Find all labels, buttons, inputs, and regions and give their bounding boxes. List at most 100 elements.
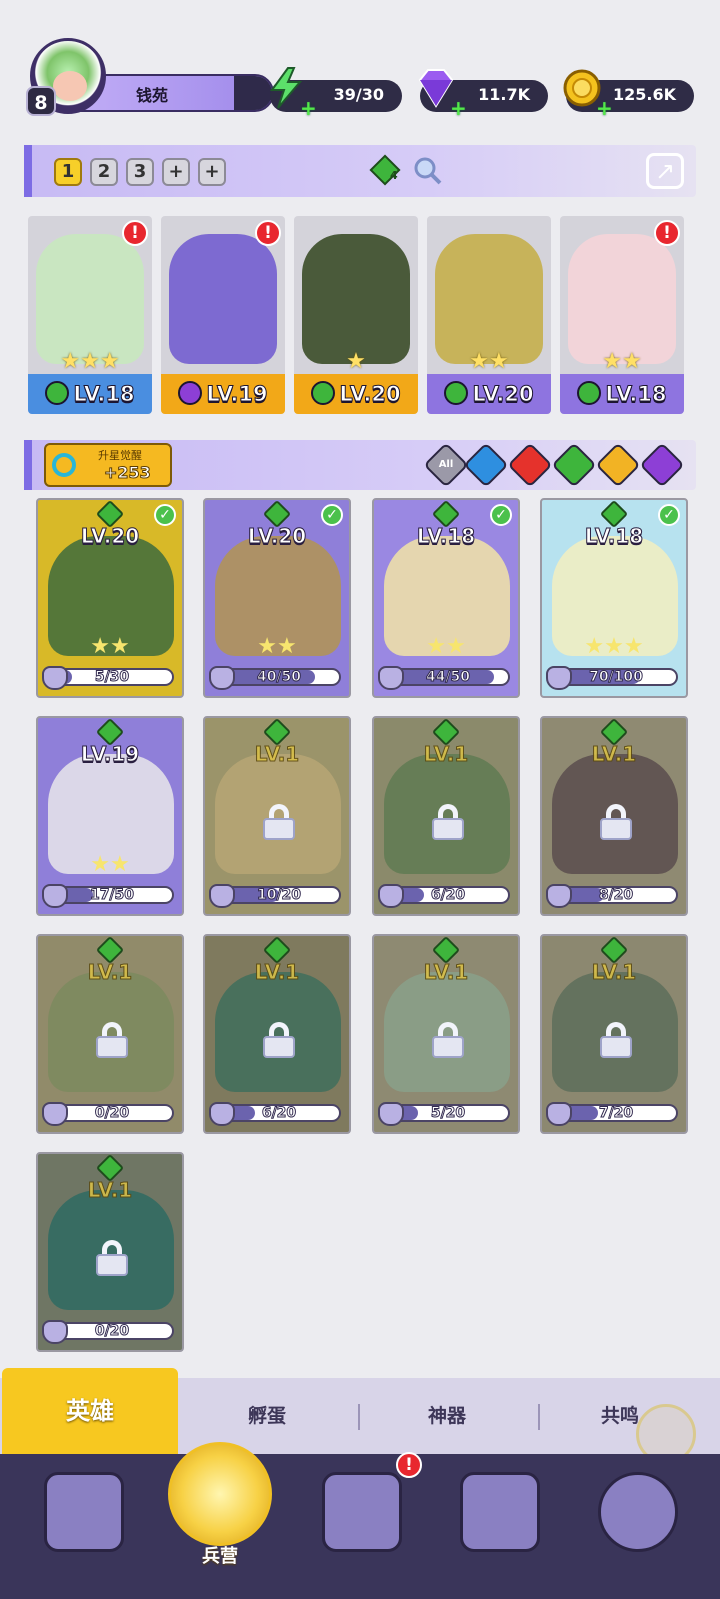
puzzle-shard-icon <box>42 666 68 690</box>
hero-card[interactable]: LV.1 0/20 <box>36 1152 184 1352</box>
player-name: 钱苑 <box>136 86 169 105</box>
cards-nav-icon[interactable] <box>44 1472 124 1552</box>
hero-card[interactable]: LV.18 ✓ ★★★ 70/100 <box>540 498 688 698</box>
team-hero-card[interactable]: ★★ LV.20 <box>427 216 551 414</box>
map-alert-badge: ! <box>396 1452 422 1478</box>
shard-progress-bar: 17/50 <box>50 886 174 904</box>
gems-value: 11.7K <box>478 85 530 104</box>
hero-portrait <box>169 234 277 364</box>
add-gems-icon[interactable]: + <box>450 96 467 120</box>
team-hero-card[interactable]: ★★ LV.18! <box>560 216 684 414</box>
lock-icon <box>263 804 295 840</box>
coins-value: 125.6K <box>612 85 676 104</box>
hero-portrait <box>568 234 676 364</box>
team-hero-card[interactable]: ★ LV.20 <box>294 216 418 414</box>
hero-card[interactable]: LV.20 ✓ ★★ 5/30 <box>36 498 184 698</box>
shard-progress: 6/20 <box>261 1105 297 1122</box>
hero-card[interactable]: LV.1 8/20 <box>540 716 688 916</box>
hero-card[interactable]: LV.19 ★★ 17/50 <box>36 716 184 916</box>
share-icon[interactable]: ↗ <box>646 153 684 189</box>
hero-stars: ★★ <box>426 634 466 659</box>
lock-icon <box>600 1022 632 1058</box>
awaken-button[interactable]: 升星觉醒 +253 <box>44 443 172 487</box>
puzzle-shard-icon <box>378 666 404 690</box>
filter-fire-icon[interactable] <box>507 442 553 488</box>
shard-progress: 5/30 <box>94 669 130 686</box>
shard-progress-bar: 8/20 <box>554 886 678 904</box>
hero-card[interactable]: LV.1 6/20 <box>372 716 520 916</box>
shard-progress-bar: 44/50 <box>386 668 510 686</box>
gem-count: 4 <box>390 169 398 182</box>
shard-progress: 7/20 <box>598 1105 634 1122</box>
filter-dark-icon[interactable] <box>639 442 685 488</box>
lock-icon <box>432 804 464 840</box>
hero-stars: ★★★ <box>60 349 120 374</box>
hero-card[interactable]: LV.20 ✓ ★★ 40/50 <box>203 498 351 698</box>
hero-level: LV.19 <box>161 381 285 407</box>
puzzle-shard-icon <box>209 666 235 690</box>
hero-level: LV.1 <box>423 742 469 767</box>
hero-portrait <box>36 234 144 364</box>
lock-icon <box>432 1022 464 1058</box>
hero-level: LV.1 <box>591 960 637 985</box>
filter-wind-icon[interactable] <box>551 442 597 488</box>
tab-artifact[interactable]: 神器 <box>380 1378 514 1454</box>
shard-progress: 40/50 <box>256 669 302 686</box>
hero-stars: ★★ <box>257 634 297 659</box>
hero-level: LV.1 <box>254 742 300 767</box>
puzzle-shard-icon <box>42 884 68 908</box>
team-selector-bar: 1 2 3 + + 4 ↗ <box>24 145 696 197</box>
sub-tab-bar: 英雄 孵蛋 神器 共鸣 <box>0 1368 720 1454</box>
hero-level: LV.1 <box>87 960 133 985</box>
team-add-tab[interactable]: + <box>198 158 226 186</box>
hero-stars: ★★ <box>602 349 642 374</box>
player-profile[interactable]: 钱苑 8 <box>22 38 274 116</box>
hero-stars: ★ <box>346 349 366 374</box>
shard-progress: 5/20 <box>430 1105 466 1122</box>
hero-card[interactable]: LV.1 7/20 <box>540 934 688 1134</box>
shard-progress-bar: 0/20 <box>50 1322 174 1340</box>
hero-card[interactable]: LV.18 ✓ ★★ 44/50 <box>372 498 520 698</box>
hero-level: LV.1 <box>254 960 300 985</box>
energy-counter[interactable]: + 39/30 <box>270 67 402 120</box>
lock-icon <box>600 804 632 840</box>
tab-heroes[interactable]: 英雄 <box>2 1368 178 1454</box>
add-energy-icon[interactable]: + <box>300 96 317 120</box>
filter-light-icon[interactable] <box>595 442 641 488</box>
team-add-tab[interactable]: + <box>162 158 190 186</box>
team-tab-3[interactable]: 3 <box>126 158 154 186</box>
puzzle-shard-icon <box>546 884 572 908</box>
team-tab-1[interactable]: 1 <box>54 158 82 186</box>
lock-icon <box>263 1022 295 1058</box>
filter-all-icon[interactable]: All <box>423 442 469 488</box>
puzzle-shard-icon <box>546 1102 572 1126</box>
team-hero-card[interactable]: LV.19! <box>161 216 285 414</box>
shard-progress: 8/20 <box>598 887 634 904</box>
coins-counter[interactable]: + 125.6K <box>563 69 694 120</box>
shard-progress-bar: 7/20 <box>554 1104 678 1122</box>
map-nav-icon[interactable] <box>322 1472 402 1552</box>
lock-icon <box>96 1240 128 1276</box>
add-coins-icon[interactable]: + <box>596 96 613 120</box>
element-gem-icon[interactable] <box>366 151 406 191</box>
element-icon <box>444 381 469 405</box>
barracks-nav-icon[interactable] <box>168 1442 272 1546</box>
puzzle-shard-icon <box>378 1102 404 1126</box>
awaken-value: +253 <box>104 463 152 483</box>
team-tab-2[interactable]: 2 <box>90 158 118 186</box>
hero-card[interactable]: LV.1 10/20 <box>203 716 351 916</box>
shard-progress-bar: 5/20 <box>386 1104 510 1122</box>
team-hero-card[interactable]: ★★★ LV.18! <box>28 216 152 414</box>
mushroom-nav-icon[interactable] <box>598 1472 678 1552</box>
hero-card[interactable]: LV.1 6/20 <box>203 934 351 1134</box>
gems-counter[interactable]: + 11.7K <box>418 69 548 120</box>
search-icon[interactable] <box>412 155 444 187</box>
puzzle-shard-icon <box>209 884 235 908</box>
hero-card[interactable]: LV.1 0/20 <box>36 934 184 1134</box>
puzzle-shard-icon <box>42 1102 68 1126</box>
key-icon <box>52 453 76 477</box>
hero-card[interactable]: LV.1 5/20 <box>372 934 520 1134</box>
castle-nav-icon[interactable] <box>460 1472 540 1552</box>
filter-water-icon[interactable] <box>463 442 509 488</box>
shard-progress-bar: 5/30 <box>50 668 174 686</box>
